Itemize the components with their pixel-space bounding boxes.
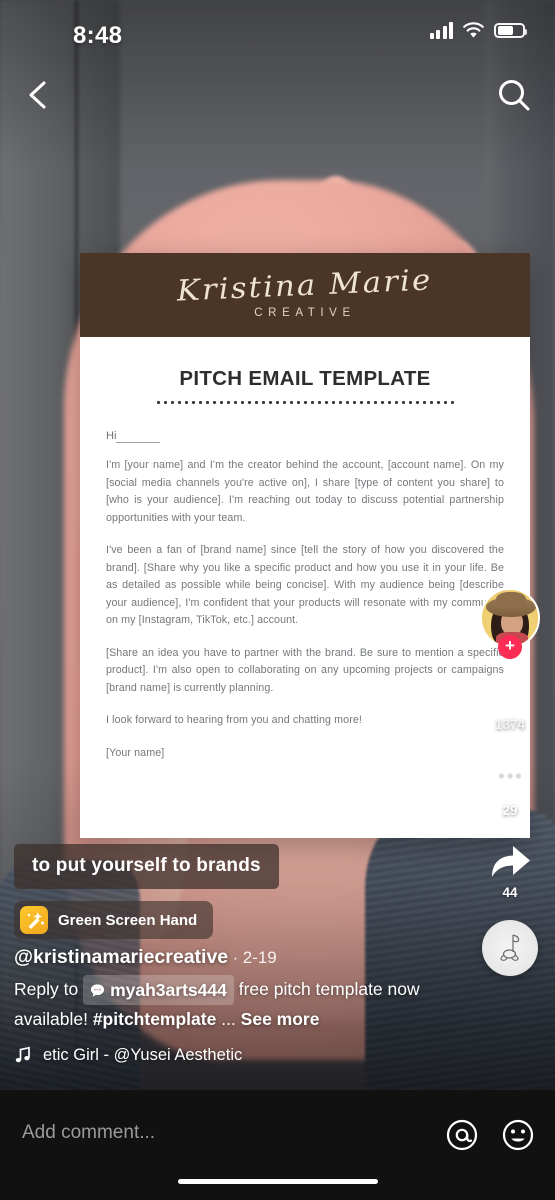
effect-button[interactable]: Green Screen Hand bbox=[14, 901, 214, 939]
share-count: 44 bbox=[502, 885, 518, 900]
comment-count: 29 bbox=[502, 803, 518, 818]
battery-icon bbox=[494, 23, 527, 38]
battery-level bbox=[498, 26, 513, 35]
action-rail: + 1374 29 44 bbox=[473, 588, 547, 976]
share-arrow-icon[interactable] bbox=[487, 844, 533, 882]
document-paragraph: I'm [your name] and I'm the creator behi… bbox=[106, 459, 504, 524]
document-body: PITCH EMAIL TEMPLATE Hi I'm [your name] … bbox=[80, 337, 530, 762]
avatar-hat-crown bbox=[496, 592, 526, 608]
brand-name: Kristina Marie bbox=[176, 262, 434, 308]
search-icon[interactable] bbox=[493, 74, 535, 116]
comment-bar-icons bbox=[445, 1118, 535, 1152]
share-button[interactable]: 44 bbox=[473, 844, 547, 900]
description-ellipsis: ... bbox=[221, 1009, 236, 1030]
heart-icon[interactable] bbox=[488, 674, 532, 714]
username[interactable]: @kristinamariecreative bbox=[14, 946, 228, 968]
post-meta: @kristinamariecreative · 2-19 Reply to m… bbox=[14, 946, 444, 1033]
hashtag-link[interactable]: #pitchtemplate bbox=[93, 1009, 217, 1029]
effect-label: Green Screen Hand bbox=[58, 911, 198, 929]
document-paragraph: I've been a fan of [brand name] since [t… bbox=[106, 544, 504, 626]
magic-wand-icon bbox=[20, 906, 48, 934]
music-disc-icon bbox=[500, 934, 520, 961]
like-button[interactable]: 1374 bbox=[473, 674, 547, 732]
back-button[interactable] bbox=[18, 74, 60, 116]
status-clock: 8:48 bbox=[73, 22, 123, 49]
home-indicator bbox=[177, 1179, 378, 1184]
comment-bubble-icon bbox=[91, 984, 105, 997]
status-bar: 8:48 bbox=[0, 0, 555, 66]
music-note-icon bbox=[15, 1046, 30, 1063]
document-title: PITCH EMAIL TEMPLATE bbox=[179, 367, 431, 390]
reply-prefix: Reply to bbox=[14, 979, 79, 999]
comment-bar: Add comment... bbox=[0, 1090, 555, 1200]
avatar-container[interactable]: + bbox=[480, 588, 540, 659]
status-indicators bbox=[429, 22, 527, 39]
document-paragraph: I look forward to hearing from you and c… bbox=[106, 714, 362, 726]
document-paragraph: [Share an idea you have to partner with … bbox=[106, 646, 504, 694]
search-button[interactable] bbox=[493, 74, 535, 116]
document-greeting: Hi bbox=[106, 430, 504, 443]
music-title: etic Girl - @Yusei Aesthetic bbox=[43, 1046, 243, 1064]
back-chevron-icon[interactable] bbox=[18, 74, 60, 116]
pitch-email-document: Kristina Marie CREATIVE PITCH EMAIL TEMP… bbox=[80, 253, 530, 838]
signal-bars-icon bbox=[429, 22, 453, 39]
at-mention-icon[interactable] bbox=[445, 1118, 479, 1152]
post-date: 2-19 bbox=[242, 948, 277, 967]
music-disc-button[interactable] bbox=[482, 920, 538, 976]
comment-icon[interactable] bbox=[488, 758, 532, 800]
tiktok-video-screen: Kristina Marie CREATIVE PITCH EMAIL TEMP… bbox=[0, 0, 555, 1200]
document-signature: [Your name] bbox=[106, 746, 165, 759]
document-header: Kristina Marie CREATIVE bbox=[80, 253, 530, 337]
emoji-icon[interactable] bbox=[501, 1118, 535, 1152]
reply-to-username: myah3arts444 bbox=[110, 980, 227, 1001]
music-info[interactable]: etic Girl - @Yusei Aesthetic bbox=[14, 1046, 304, 1065]
dotted-divider bbox=[155, 401, 455, 404]
reply-to-chip[interactable]: myah3arts444 bbox=[83, 975, 234, 1006]
greeting-text: Hi bbox=[106, 430, 117, 442]
follow-button[interactable]: + bbox=[498, 635, 522, 659]
greeting-blank bbox=[116, 430, 161, 443]
post-author-row[interactable]: @kristinamariecreative · 2-19 bbox=[14, 946, 444, 969]
see-more-button[interactable]: See more bbox=[241, 1009, 320, 1029]
video-caption: to put yourself to brands bbox=[14, 844, 279, 889]
like-count: 1374 bbox=[494, 717, 526, 732]
comment-button[interactable]: 29 bbox=[473, 758, 547, 818]
date-separator: · bbox=[232, 948, 239, 967]
top-navbar bbox=[0, 66, 555, 124]
brand-subtitle: CREATIVE bbox=[254, 307, 356, 319]
comment-input[interactable]: Add comment... bbox=[22, 1122, 155, 1144]
post-description: Reply to myah3arts444 free pitch templat… bbox=[14, 975, 444, 1033]
wifi-icon bbox=[463, 22, 484, 38]
